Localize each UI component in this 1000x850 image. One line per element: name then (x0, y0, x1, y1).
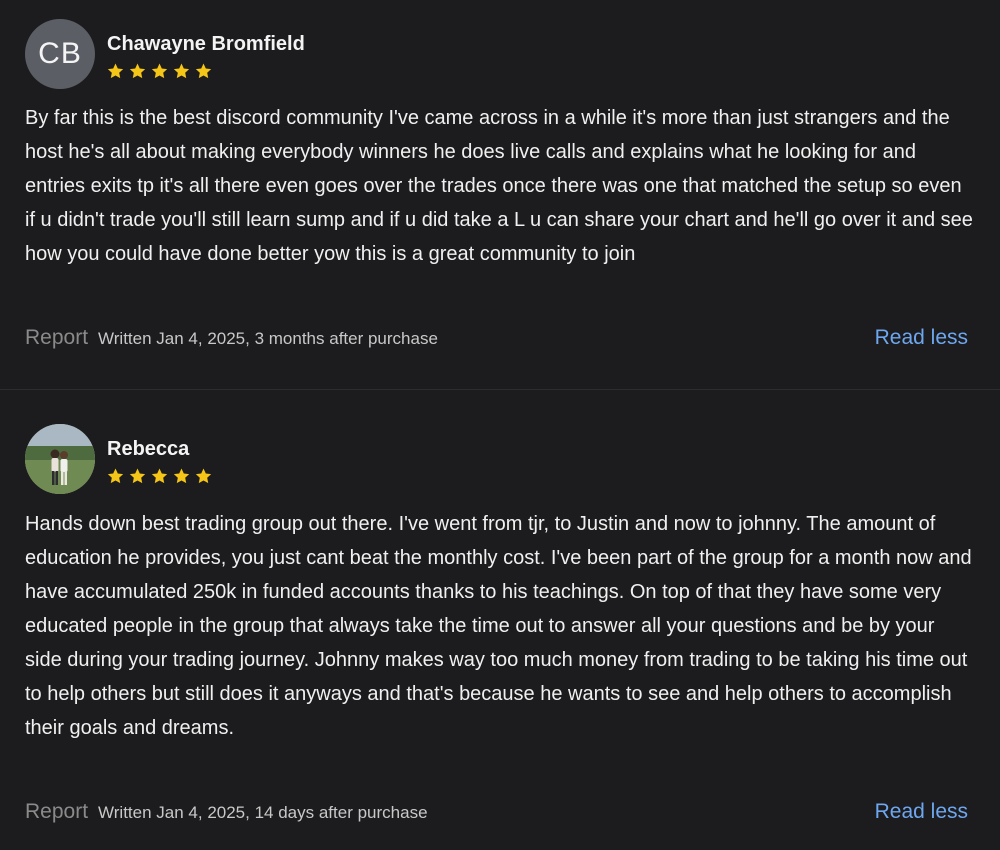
read-less-link[interactable]: Read less (875, 800, 968, 824)
star-icon (129, 468, 146, 484)
star-icon (129, 63, 146, 79)
written-date: Written Jan 4, 2025, 14 days after purch… (98, 803, 428, 822)
review-header: CB Chawayne Bromfield (25, 19, 305, 89)
avatar-initials: CB (38, 37, 82, 70)
reviewer-name: Rebecca (107, 438, 190, 460)
star-icon (173, 63, 190, 79)
review-header: Rebecca (25, 424, 217, 494)
review-footer: Report Written Jan 4, 2025, 3 months aft… (25, 326, 968, 350)
star-icon (195, 63, 212, 79)
report-link[interactable]: Report (25, 800, 88, 824)
reviewer-info: Chawayne Bromfield (107, 19, 305, 79)
avatar: CB (25, 19, 95, 89)
avatar (25, 424, 95, 494)
star-rating (107, 468, 217, 484)
avatar-photo (25, 424, 95, 494)
star-icon (195, 468, 212, 484)
reviewer-info: Rebecca (107, 424, 217, 484)
report-link[interactable]: Report (25, 326, 88, 350)
written-date: Written Jan 4, 2025, 3 months after purc… (98, 329, 438, 348)
star-icon (151, 63, 168, 79)
star-icon (107, 63, 124, 79)
review-card: Rebecca Hands down best trading group ou… (0, 390, 1000, 850)
star-rating (107, 63, 305, 79)
read-less-link[interactable]: Read less (875, 326, 968, 350)
reviewer-name: Chawayne Bromfield (107, 33, 305, 55)
star-icon (173, 468, 190, 484)
review-text: Hands down best trading group out there.… (25, 513, 972, 739)
star-icon (107, 468, 124, 484)
star-icon (151, 468, 168, 484)
review-text: By far this is the best discord communit… (25, 107, 973, 265)
review-footer: Report Written Jan 4, 2025, 14 days afte… (25, 800, 968, 824)
review-card: CB Chawayne Bromfield By far this is the… (0, 0, 1000, 390)
